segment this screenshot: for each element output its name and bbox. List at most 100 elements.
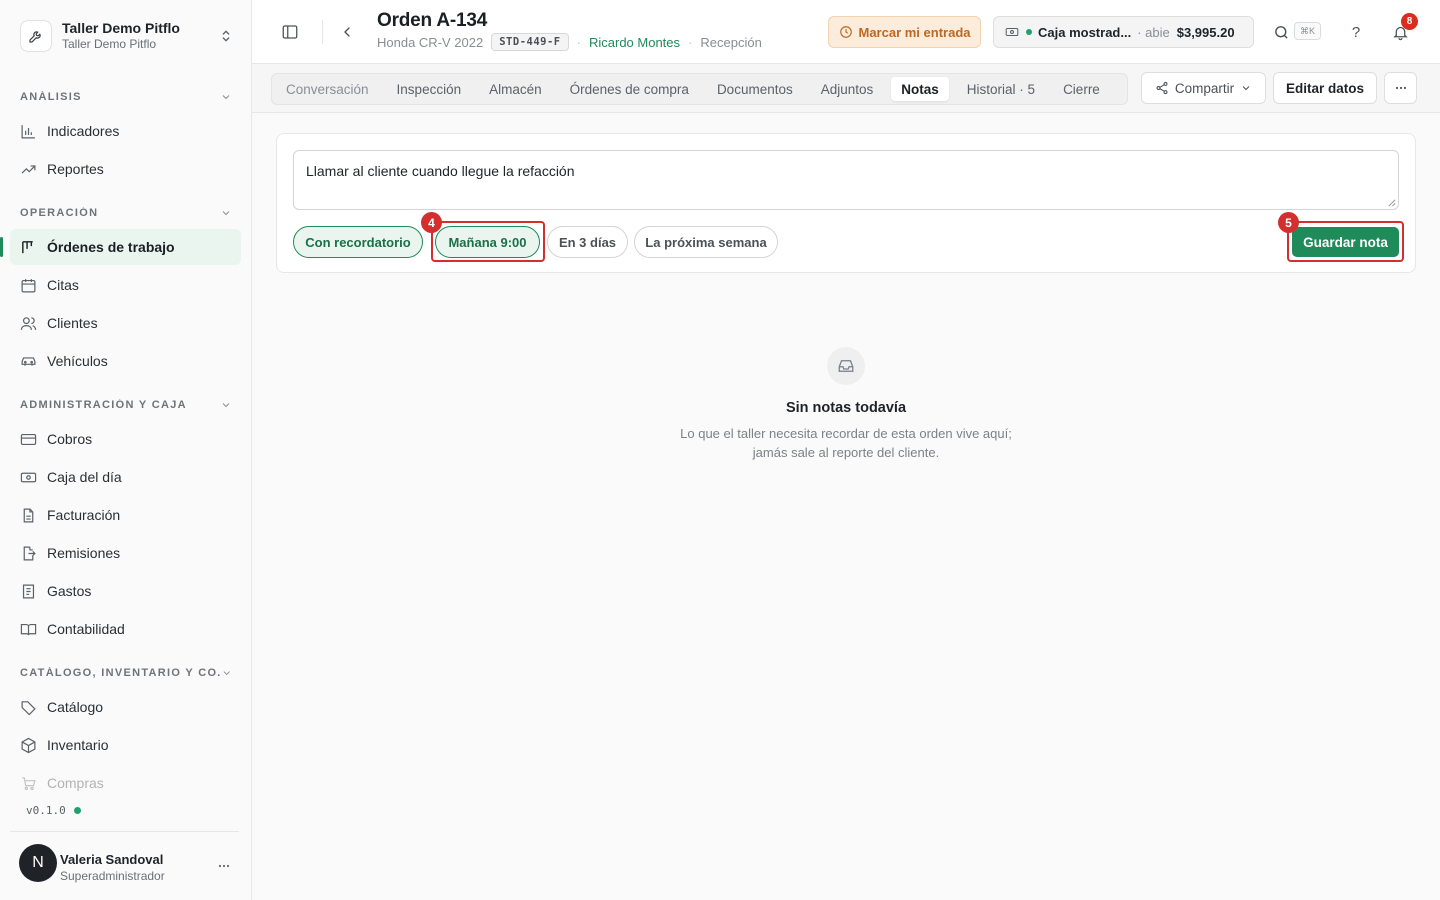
sidebar-item-compras[interactable]: Compras bbox=[10, 765, 241, 801]
sidebar-toggle-icon[interactable] bbox=[276, 18, 304, 46]
workspace-switcher[interactable]: Taller Demo Pitflo Taller Demo Pitflo bbox=[20, 16, 242, 56]
section-operacion[interactable]: OPERACIÓN bbox=[20, 204, 232, 222]
tab-inspeccion[interactable]: Inspección bbox=[387, 77, 472, 101]
chip-con-recordatorio[interactable]: Con recordatorio bbox=[293, 226, 423, 258]
car-icon bbox=[21, 356, 36, 366]
more-horizontal-icon[interactable] bbox=[214, 858, 234, 874]
sidebar-item-indicadores[interactable]: Indicadores bbox=[10, 113, 241, 149]
notes-panel: Llamar al cliente cuando llegue la refac… bbox=[252, 113, 1440, 900]
divider bbox=[322, 20, 323, 44]
order-meta: Honda CR-V 2022 STD-449-F · Ricardo Mont… bbox=[377, 33, 762, 51]
cash-icon bbox=[1005, 27, 1019, 37]
sidebar-item-remisiones[interactable]: Remisiones bbox=[10, 535, 241, 571]
open-status-dot bbox=[1026, 29, 1032, 35]
file-text-icon bbox=[23, 508, 34, 522]
workspace-subtitle: Taller Demo Pitflo bbox=[62, 37, 157, 51]
sidebar-item-caja-del-dia[interactable]: Caja del día bbox=[10, 459, 241, 495]
chevron-down-icon bbox=[222, 95, 230, 100]
empty-state-description: Lo que el taller necesita recordar de es… bbox=[680, 426, 1012, 460]
step-highlight bbox=[1287, 221, 1404, 262]
chevron-down-icon bbox=[222, 403, 230, 408]
chip-la-proxima-semana[interactable]: La próxima semana bbox=[634, 226, 778, 258]
register-amount: $3,995.20 bbox=[1176, 24, 1235, 40]
sidebar-item-citas[interactable]: Citas bbox=[10, 267, 241, 303]
inbox-icon bbox=[827, 347, 865, 385]
book-open-icon bbox=[20, 623, 37, 635]
notification-badge: 8 bbox=[1401, 13, 1418, 30]
step-badge: 5 bbox=[1278, 212, 1299, 233]
tab-documentos[interactable]: Documentos bbox=[707, 77, 803, 101]
chevron-down-icon bbox=[223, 671, 230, 676]
register-name: Caja mostrad... bbox=[1038, 24, 1132, 40]
receipt-icon bbox=[22, 584, 35, 598]
app-version: v0.1.0 bbox=[26, 804, 81, 817]
sidebar-item-inventario[interactable]: Inventario bbox=[10, 727, 241, 763]
sidebar-item-contabilidad[interactable]: Contabilidad bbox=[10, 611, 241, 647]
order-tabs: Conversación Inspección Almacén Órdenes … bbox=[271, 73, 1128, 105]
package-icon bbox=[21, 737, 36, 753]
edit-data-button[interactable]: Editar datos bbox=[1273, 72, 1377, 104]
sidebar: Taller Demo Pitflo Taller Demo Pitflo AN… bbox=[0, 0, 252, 900]
customer-link[interactable]: Ricardo Montes bbox=[589, 35, 680, 50]
step-highlight bbox=[431, 221, 545, 262]
top-header: Orden A-134 Honda CR-V 2022 STD-449-F · … bbox=[252, 0, 1440, 64]
cash-register-selector[interactable]: Caja mostrad... · abie $3,995.20 bbox=[993, 16, 1254, 48]
plate-badge: STD-449-F bbox=[491, 33, 569, 51]
separator-dot: · bbox=[576, 34, 581, 50]
share-icon bbox=[1156, 81, 1168, 95]
avatar: N bbox=[19, 844, 57, 882]
tab-notas[interactable]: Notas bbox=[891, 77, 949, 101]
tab-conversacion[interactable]: Conversación bbox=[276, 77, 379, 101]
trend-up-icon bbox=[21, 164, 36, 173]
users-icon bbox=[20, 316, 37, 330]
empty-state-title: Sin notas todavía bbox=[785, 400, 907, 416]
separator-dot: · bbox=[688, 34, 693, 50]
user-menu[interactable]: N Valeria Sandoval Superadministrador bbox=[10, 831, 239, 900]
kanban-icon bbox=[22, 240, 33, 253]
share-button[interactable]: Compartir bbox=[1141, 72, 1266, 104]
note-textarea[interactable]: Llamar al cliente cuando llegue la refac… bbox=[293, 150, 1399, 210]
cash-register-icon bbox=[20, 472, 37, 482]
search-icon[interactable] bbox=[1267, 18, 1295, 46]
clock-in-button[interactable]: Marcar mi entrada bbox=[828, 16, 981, 48]
register-status: · abie bbox=[1137, 24, 1170, 40]
help-icon[interactable]: ? bbox=[1342, 18, 1370, 46]
calendar-icon bbox=[21, 278, 36, 292]
tab-cierre[interactable]: Cierre bbox=[1053, 77, 1110, 101]
user-name: Valeria Sandoval bbox=[60, 852, 164, 867]
user-role: Superadministrador bbox=[60, 869, 165, 883]
status-dot bbox=[73, 807, 81, 814]
tab-almacen[interactable]: Almacén bbox=[479, 77, 552, 101]
sidebar-item-vehiculos[interactable]: Vehículos bbox=[10, 343, 241, 379]
tab-adjuntos[interactable]: Adjuntos bbox=[811, 77, 884, 101]
sidebar-item-ordenes-de-trabajo[interactable]: Órdenes de trabajo bbox=[0, 229, 241, 265]
sidebar-item-gastos[interactable]: Gastos bbox=[10, 573, 241, 609]
chevron-up-down-icon bbox=[222, 30, 230, 42]
credit-card-icon bbox=[20, 433, 37, 445]
page-title: Orden A-134 bbox=[377, 10, 488, 31]
step-badge: 4 bbox=[421, 212, 442, 233]
sidebar-item-facturacion[interactable]: Facturación bbox=[10, 497, 241, 533]
more-actions-button[interactable] bbox=[1384, 72, 1417, 104]
sidebar-item-reportes[interactable]: Reportes bbox=[10, 151, 241, 187]
section-catalogo[interactable]: CATÁLOGO, INVENTARIO Y CO... bbox=[20, 664, 232, 682]
tab-historial[interactable]: Historial · 5 bbox=[957, 77, 1045, 101]
sidebar-item-catalogo[interactable]: Catálogo bbox=[10, 689, 241, 725]
sidebar-item-clientes[interactable]: Clientes bbox=[10, 305, 241, 341]
tabs-bar: Conversación Inspección Almacén Órdenes … bbox=[252, 64, 1440, 113]
wrench-icon bbox=[20, 20, 52, 52]
section-administracion-y-caja[interactable]: ADMINISTRACIÓN Y CAJA bbox=[20, 396, 232, 414]
bar-chart-icon bbox=[21, 124, 35, 138]
file-export-icon bbox=[23, 546, 36, 560]
resize-grip-icon[interactable] bbox=[1387, 198, 1396, 207]
more-horizontal-icon bbox=[1395, 86, 1406, 90]
sidebar-item-cobros[interactable]: Cobros bbox=[10, 421, 241, 457]
section-analisis[interactable]: ANÁLISIS bbox=[20, 88, 232, 106]
tab-ordenes-de-compra[interactable]: Órdenes de compra bbox=[560, 77, 699, 101]
workspace-name: Taller Demo Pitflo bbox=[62, 20, 180, 36]
chip-en-3-dias[interactable]: En 3 días bbox=[547, 226, 628, 258]
chevron-down-icon bbox=[1242, 86, 1250, 91]
back-chevron-icon[interactable] bbox=[333, 18, 361, 46]
note-composer: Llamar al cliente cuando llegue la refac… bbox=[276, 133, 1416, 273]
tags-icon bbox=[21, 700, 36, 715]
